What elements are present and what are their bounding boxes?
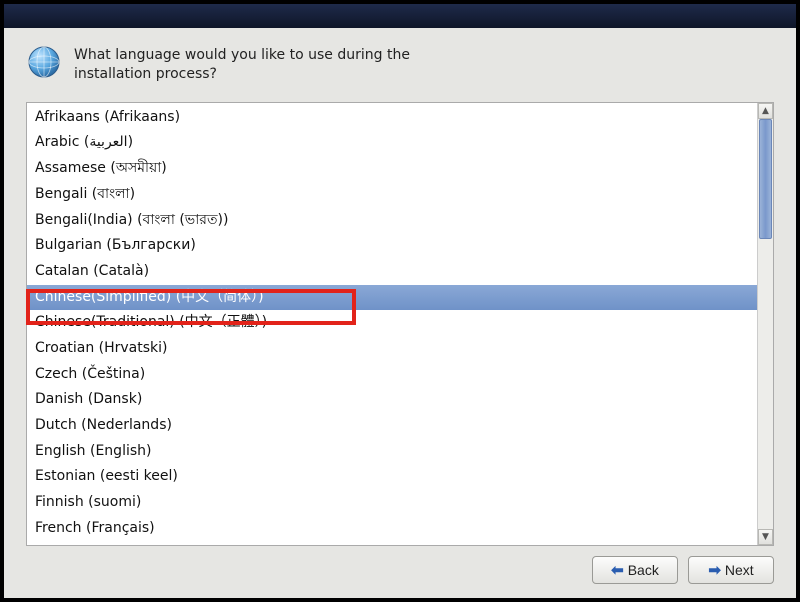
scrollbar[interactable]: ▲ ▼: [757, 103, 773, 545]
language-option[interactable]: Bengali (বাংলা): [27, 182, 757, 208]
back-button[interactable]: ⬅ Back: [592, 556, 678, 584]
language-option[interactable]: Danish (Dansk): [27, 387, 757, 413]
language-option[interactable]: Estonian (eesti keel): [27, 464, 757, 490]
language-option[interactable]: Czech (Čeština): [27, 362, 757, 388]
scrollbar-track[interactable]: [758, 119, 773, 529]
window-titlebar: [4, 4, 796, 28]
arrow-left-icon: ⬅: [611, 561, 624, 579]
language-option[interactable]: Croatian (Hrvatski): [27, 336, 757, 362]
language-option[interactable]: Assamese (অসমীয়া): [27, 156, 757, 182]
language-option[interactable]: Bengali(India) (বাংলা (ভারত)): [27, 208, 757, 234]
language-list-container: Afrikaans (Afrikaans)Arabic (العربية)Ass…: [26, 102, 774, 546]
prompt-row: What language would you like to use duri…: [26, 44, 774, 84]
back-button-label: Back: [628, 562, 659, 578]
language-option[interactable]: Finnish (suomi): [27, 490, 757, 516]
language-option[interactable]: French (Français): [27, 516, 757, 542]
language-option[interactable]: Chinese(Simplified) (中文（简体）): [27, 285, 757, 311]
next-button[interactable]: ➡ Next: [688, 556, 774, 584]
language-option[interactable]: Dutch (Nederlands): [27, 413, 757, 439]
scrollbar-up-button[interactable]: ▲: [758, 103, 773, 119]
scrollbar-down-button[interactable]: ▼: [758, 529, 773, 545]
language-option[interactable]: English (English): [27, 439, 757, 465]
installer-window: What language would you like to use duri…: [4, 4, 796, 598]
arrow-right-icon: ➡: [708, 561, 721, 579]
button-row: ⬅ Back ➡ Next: [26, 546, 774, 586]
chevron-up-icon: ▲: [762, 106, 769, 116]
language-option[interactable]: Arabic (العربية): [27, 130, 757, 156]
prompt-text: What language would you like to use duri…: [74, 44, 410, 84]
next-button-label: Next: [725, 562, 754, 578]
language-option[interactable]: Bulgarian (Български): [27, 233, 757, 259]
language-option[interactable]: Catalan (Català): [27, 259, 757, 285]
content-area: What language would you like to use duri…: [4, 28, 796, 598]
language-option[interactable]: Chinese(Traditional) (中文（正體）): [27, 310, 757, 336]
globe-icon: [26, 44, 62, 80]
language-list[interactable]: Afrikaans (Afrikaans)Arabic (العربية)Ass…: [27, 103, 757, 545]
scrollbar-thumb[interactable]: [759, 119, 772, 239]
chevron-down-icon: ▼: [762, 532, 769, 542]
language-option[interactable]: Afrikaans (Afrikaans): [27, 105, 757, 131]
